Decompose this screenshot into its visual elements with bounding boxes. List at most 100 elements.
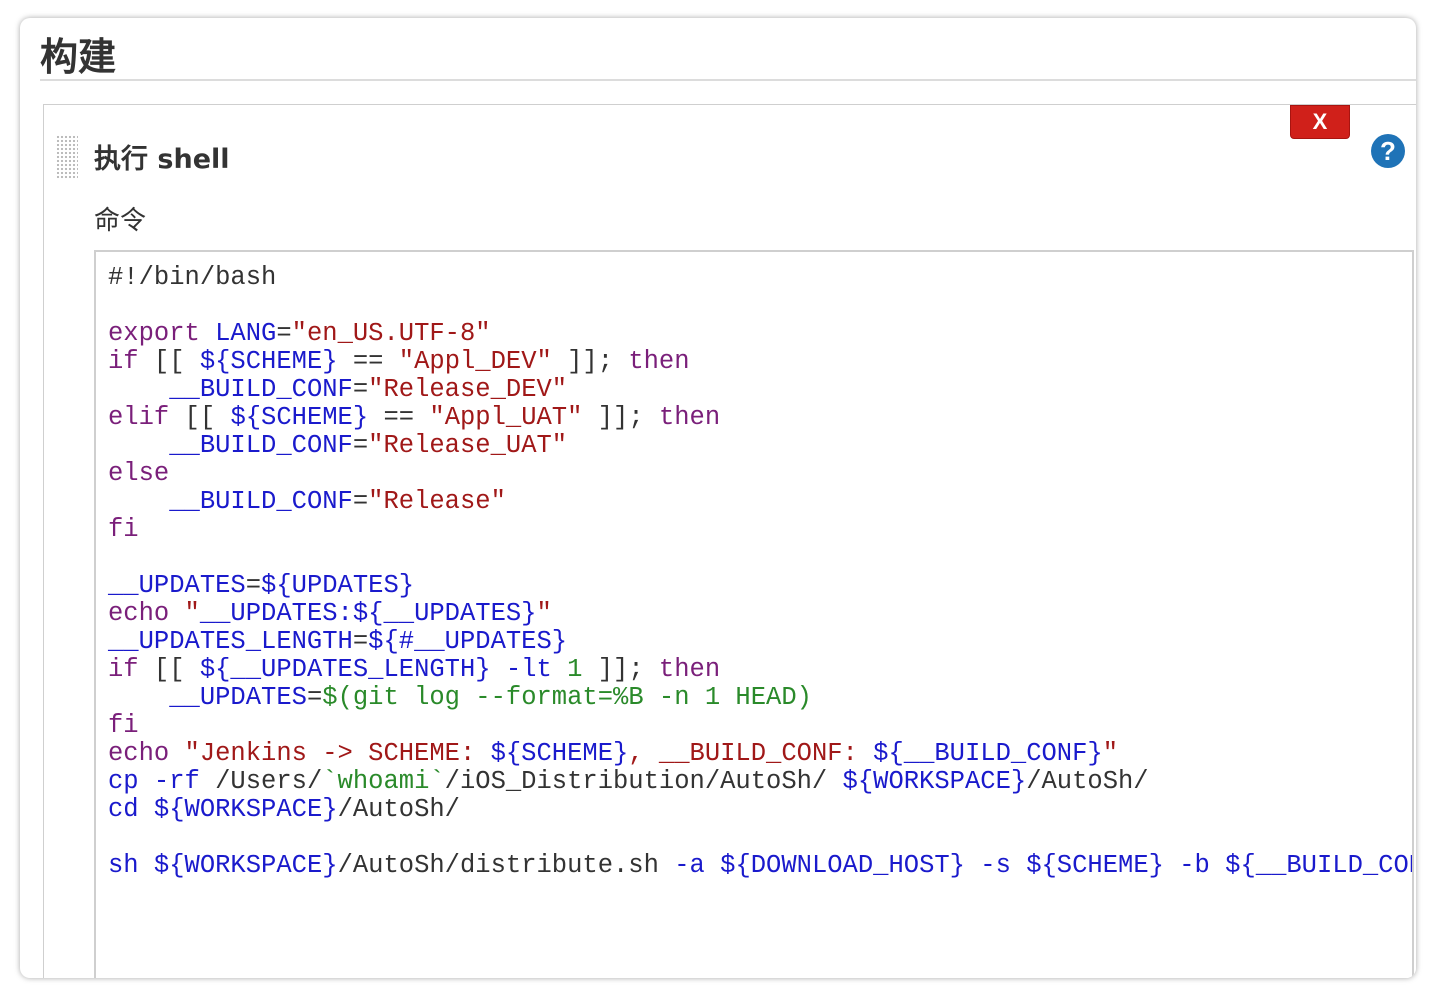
code-token: = [306,683,323,712]
code-token: -lt [490,655,568,684]
code-line: __UPDATES=$(git log --format=%B -n 1 HEA… [108,684,1412,712]
code-token: ${SCHEME} [490,739,629,768]
code-token: = [352,431,369,460]
step-title: 执行 shell [94,144,230,175]
code-token: " [169,599,200,628]
drag-handle-icon[interactable] [56,135,78,179]
code-line: #!/bin/bash [108,264,1412,292]
code-line: __BUILD_CONF="Release_DEV" [108,376,1412,404]
code-token: ${SCHEME} [230,403,369,432]
code-token: ${#__UPDATES} [368,627,568,656]
code-token: "Jenkins -> SCHEME: [169,739,491,768]
code-line: if [[ ${SCHEME} == "Appl_DEV" ]]; then [108,348,1412,376]
delete-step-button[interactable]: X [1290,105,1350,139]
code-token: " [536,599,552,628]
code-token: __UPDATES [108,571,246,600]
code-token: "Release_UAT" [368,431,568,460]
code-token: ${WORKSPACE} [842,767,1027,796]
code-token: then [658,655,721,684]
code-token: /iOS_Distribution/AutoSh/ [444,767,843,796]
code-token: ]]; [582,655,659,684]
code-token: __UPDATES_LENGTH [108,627,353,656]
code-token: /Users/ [215,767,323,796]
code-line: else [108,460,1412,488]
code-token: -a [674,851,721,880]
code-line: fi [108,516,1412,544]
code-line: fi [108,712,1412,740]
code-token: LANG [215,319,277,348]
command-textarea[interactable]: #!/bin/bash export LANG="en_US.UTF-8" if … [94,250,1414,978]
code-line: cp -rf /Users/`whoami`/iOS_Distribution/… [108,768,1412,796]
code-token: ${SCHEME} [199,347,338,376]
code-token: sh [108,851,154,880]
code-token: /AutoSh/ [337,795,460,824]
code-token: if [108,347,139,376]
code-token: echo [108,739,170,768]
code-token: ${WORKSPACE} [153,795,338,824]
code-token: ${WORKSPACE} [153,851,338,880]
code-line: __UPDATES=${UPDATES} [108,572,1412,600]
code-token: #!/bin/bash [108,263,277,292]
code-token: = [245,571,262,600]
code-token: echo [108,599,170,628]
help-icon[interactable]: ? [1371,134,1405,168]
code-token: == [337,347,399,376]
code-token: [[ [138,655,200,684]
code-token: "Appl_UAT" [429,403,583,432]
code-token: then [628,347,690,376]
code-token: cd [108,795,154,824]
code-token: cp -rf [108,767,216,796]
code-token: [[ [169,403,231,432]
code-token: = [352,627,369,656]
code-token: " [1102,739,1119,768]
section-divider [40,79,1416,81]
command-field-label: 命令 [94,206,147,236]
code-line: elif [[ ${SCHEME} == "Appl_UAT" ]]; then [108,404,1412,432]
code-line: sh ${WORKSPACE}/AutoSh/distribute.sh -a … [108,852,1412,880]
code-token: fi [108,711,139,740]
code-token: = [352,375,369,404]
code-token: $(git log --format=%B -n 1 HEAD) [322,683,812,712]
code-line: __BUILD_CONF="Release" [108,488,1412,516]
code-token: "Release" [368,487,506,516]
code-line: if [[ ${__UPDATES_LENGTH} -lt 1 ]]; then [108,656,1412,684]
code-token: __BUILD_CONF [169,487,353,516]
code-token: ${SCHEME} [1026,851,1164,880]
code-line: __BUILD_CONF="Release_UAT" [108,432,1412,460]
code-token: __UPDATES [169,683,307,712]
code-token: /AutoSh/distribute.sh [337,851,675,880]
code-token: = [276,319,292,348]
code-token: "Release_DEV" [368,375,568,404]
build-section-panel: 构建 执行 shell X ? 命令 #!/bin/bash export LA… [20,18,1416,978]
code-token: "en_US.UTF-8" [291,319,491,348]
code-token: then [658,403,721,432]
code-token: "Appl_DEV" [398,347,552,376]
code-token: -s [964,851,1027,880]
code-token: ]]; [551,347,629,376]
code-token: [[ [138,347,200,376]
code-line: __UPDATES_LENGTH=${#__UPDATES} [108,628,1412,656]
code-line: echo "__UPDATES:${__UPDATES}" [108,600,1412,628]
code-token: ${DOWNLOAD_HOST} [720,851,965,880]
code-token: __UPDATES:${__UPDATES} [199,599,537,628]
code-token: __BUILD_CONF: [658,739,874,768]
code-token: export [108,319,216,348]
code-token: __BUILD_CONF [169,431,353,460]
code-token: -b [1163,851,1226,880]
code-line: export LANG="en_US.UTF-8" [108,320,1412,348]
code-token: == [368,403,430,432]
execute-shell-step: 执行 shell X ? 命令 #!/bin/bash export LANG=… [43,104,1416,978]
command-code: #!/bin/bash export LANG="en_US.UTF-8" if … [96,252,1412,880]
code-token: 1 [567,655,583,684]
code-token: ${UPDATES} [261,571,415,600]
code-line: echo "Jenkins -> SCHEME: ${SCHEME}, __BU… [108,740,1412,768]
code-token: ${__UPDATES_LENGTH} [199,655,491,684]
code-token: ${__BUILD_CONF} [873,739,1103,768]
code-token: elif [108,403,170,432]
code-token: ]]; [582,403,659,432]
